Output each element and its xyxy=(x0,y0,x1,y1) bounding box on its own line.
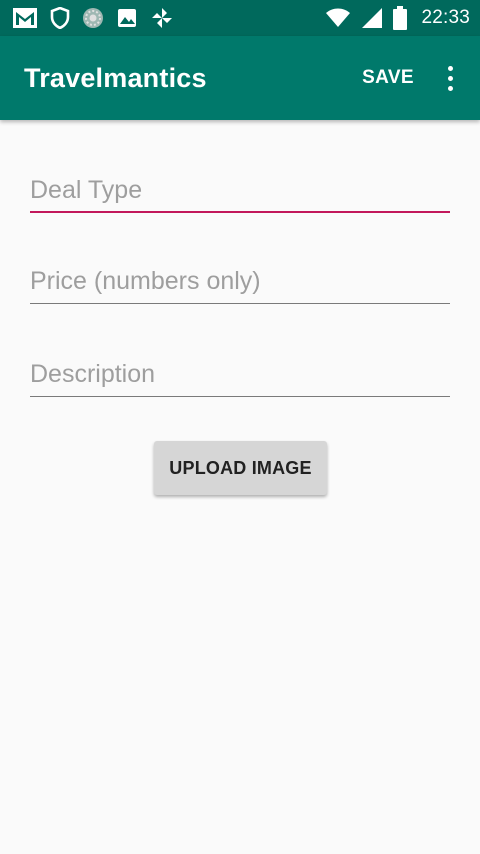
notification-icons xyxy=(12,6,174,30)
save-button[interactable]: SAVE xyxy=(350,59,426,97)
wifi-icon xyxy=(325,8,351,28)
signal-icon xyxy=(361,7,383,29)
gmail-icon xyxy=(12,7,38,29)
price-field xyxy=(30,254,450,304)
description-field xyxy=(30,347,450,397)
app-bar: Travelmantics SAVE xyxy=(0,36,480,120)
app-title: Travelmantics xyxy=(24,62,207,93)
deal-type-field xyxy=(30,163,450,213)
status-time: 22:33 xyxy=(421,7,470,28)
sync-icon xyxy=(82,7,104,29)
more-vert-icon[interactable] xyxy=(434,54,466,102)
price-input[interactable] xyxy=(30,254,450,303)
battery-icon xyxy=(393,6,408,30)
pinwheel-icon xyxy=(150,6,174,30)
status-bar: 22:33 xyxy=(0,0,480,36)
image-icon xyxy=(116,7,138,29)
system-icons: 22:33 xyxy=(325,6,470,30)
upload-image-button[interactable]: UPLOAD IMAGE xyxy=(154,441,327,495)
description-input[interactable] xyxy=(30,347,450,396)
deal-type-input[interactable] xyxy=(30,163,450,211)
shield-icon xyxy=(50,7,70,29)
